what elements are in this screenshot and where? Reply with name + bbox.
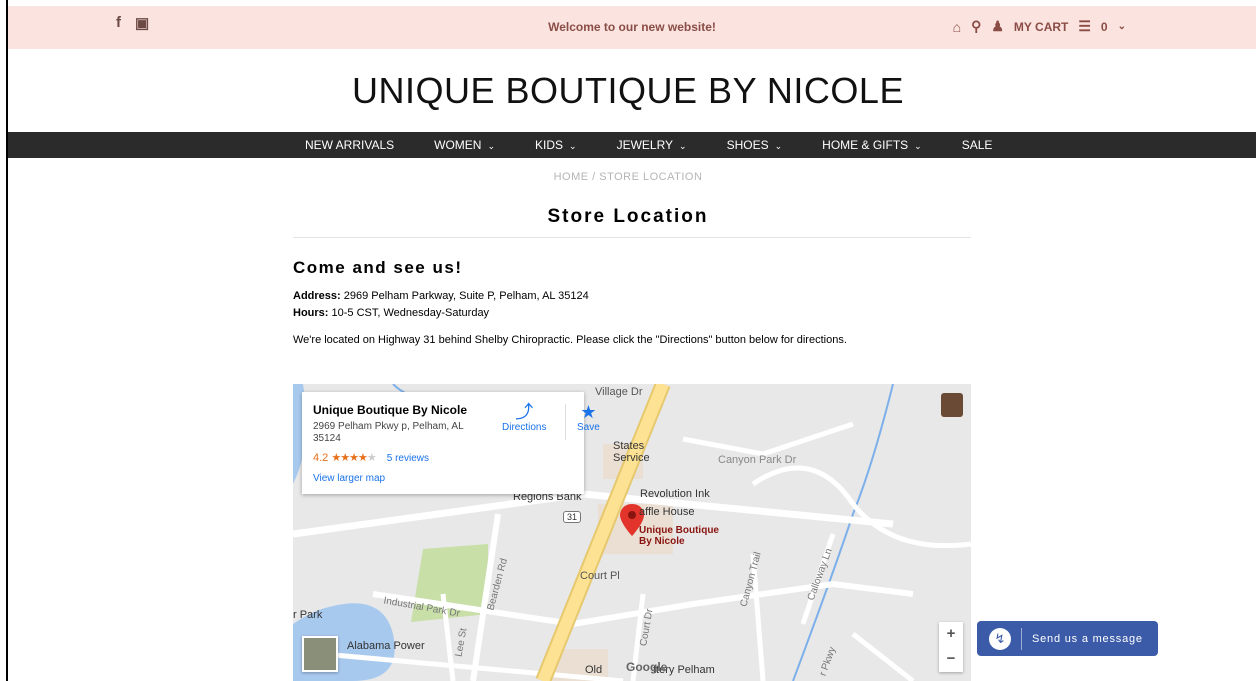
- section-heading: Come and see us!: [293, 258, 463, 277]
- store-map[interactable]: Village Dr States Service Canyon Park Dr…: [293, 384, 971, 681]
- address-value: 2969 Pelham Parkway, Suite P, Pelham, AL…: [343, 290, 589, 302]
- map-label-alabama: Alabama Power: [347, 640, 425, 652]
- nav-item-label: KIDS: [535, 138, 564, 152]
- window-edge: [6, 0, 8, 681]
- chevron-down-icon: ⌄: [774, 141, 783, 151]
- main-nav: NEW ARRIVALS WOMEN ⌄ KIDS ⌄ JEWELRY ⌄ SHOES ⌄ HOM…: [8, 132, 1256, 158]
- cart-icon[interactable]: ☰: [1078, 18, 1091, 35]
- save-button[interactable]: ★ Save: [577, 402, 600, 433]
- place-address: 2969 Pelham Pkwy p, Pelham, AL 35124: [313, 421, 464, 444]
- map-label-pin-line1: Unique Boutique: [639, 525, 719, 536]
- chevron-down-icon: ⌄: [487, 141, 496, 151]
- chevron-down-icon: ⌄: [569, 141, 577, 151]
- hours-value: 10-5 CST, Wednesday-Saturday: [331, 307, 490, 319]
- map-label-revolution: Revolution Ink: [640, 488, 710, 500]
- map-label-service: Service: [613, 452, 650, 464]
- map-label-waffle: affle House: [639, 506, 695, 518]
- nav-item-kids[interactable]: KIDS ⌄: [535, 138, 577, 152]
- page-title: Store Location: [547, 206, 709, 227]
- title-divider: [293, 237, 971, 238]
- nav-item-new-arrivals[interactable]: NEW ARRIVALS: [305, 138, 394, 152]
- google-logo: Google: [626, 660, 668, 674]
- announcement-bar: f ▣ Welcome to our new website! ⌂ ⚲ ♟ MY…: [8, 6, 1256, 49]
- account-icon[interactable]: ♟: [991, 18, 1004, 35]
- place-name: Unique Boutique By Nicole: [313, 403, 468, 417]
- nav-item-home-gifts[interactable]: HOME & GIFTS ⌄: [822, 138, 922, 152]
- messenger-label: Send us a message: [1032, 632, 1143, 645]
- chevron-down-icon: ⌄: [914, 141, 922, 151]
- cart-label[interactable]: MY CART: [1014, 20, 1068, 34]
- chevron-down-icon: ⌄: [679, 141, 687, 151]
- chevron-down-icon[interactable]: ⌄: [1118, 21, 1126, 32]
- place-info-card: Unique Boutique By Nicole 2969 Pelham Pk…: [302, 392, 600, 494]
- nav-item-label: SHOES: [726, 138, 769, 152]
- messenger-divider: [1021, 627, 1022, 650]
- map-label-canyon-park: Canyon Park Dr: [718, 454, 797, 466]
- reviews-link[interactable]: 5 reviews: [387, 453, 429, 464]
- map-label-pin-line2: By Nicole: [639, 536, 685, 547]
- hours-line: Hours: 10-5 CST, Wednesday-Saturday: [293, 307, 489, 319]
- home-icon[interactable]: ⌂: [953, 19, 961, 35]
- star-icon: ★: [580, 402, 597, 422]
- nav-item-label: JEWELRY: [616, 138, 674, 152]
- cart-count[interactable]: 0: [1101, 20, 1108, 34]
- address-label: Address:: [293, 290, 341, 302]
- highway-shield-icon: 31: [563, 511, 582, 523]
- nav-item-label: NEW ARRIVALS: [305, 138, 395, 152]
- save-label: Save: [577, 422, 600, 433]
- nav-item-women[interactable]: WOMEN ⌄: [434, 138, 495, 152]
- map-label-states: States: [613, 440, 645, 452]
- nav-item-label: HOME & GIFTS: [822, 138, 909, 152]
- zoom-control: + −: [939, 622, 963, 672]
- breadcrumb[interactable]: HOME / STORE LOCATION: [0, 171, 1256, 183]
- view-larger-map-link[interactable]: View larger map: [313, 473, 385, 484]
- nav-item-label: SALE: [961, 138, 993, 152]
- directions-label: Directions: [502, 422, 547, 433]
- map-label-park: r Park: [293, 609, 323, 621]
- rating-value: 4.2: [313, 452, 329, 464]
- satellite-toggle[interactable]: [302, 636, 338, 672]
- map-label-court-pl: Court Pl: [580, 570, 620, 582]
- nav-item-label: WOMEN: [434, 138, 482, 152]
- address-line: Address: 2969 Pelham Parkway, Suite P, P…: [293, 290, 589, 302]
- map-label-old: Old: [585, 664, 603, 676]
- site-logo[interactable]: UNIQUE BOUTIQUE BY NICOLE: [0, 70, 1256, 112]
- card-divider: [565, 404, 566, 440]
- star-rating-icon: ★★★★★: [331, 452, 376, 464]
- zoom-in-button[interactable]: +: [939, 622, 963, 647]
- place-rating: 4.2 ★★★★★ 5 reviews: [313, 451, 429, 464]
- avatar[interactable]: [941, 393, 963, 417]
- messenger-icon: ↯: [989, 627, 1011, 650]
- search-icon[interactable]: ⚲: [971, 18, 981, 35]
- hours-label: Hours:: [293, 307, 329, 319]
- map-label-village: Village Dr: [595, 386, 643, 398]
- nav-item-sale[interactable]: SALE: [962, 138, 993, 152]
- messenger-button[interactable]: ↯ Send us a message: [977, 621, 1158, 656]
- zoom-out-button[interactable]: −: [939, 647, 963, 672]
- location-note: We're located on Highway 31 behind Shelb…: [293, 334, 847, 346]
- nav-item-jewelry[interactable]: JEWELRY ⌄: [617, 138, 687, 152]
- nav-item-shoes[interactable]: SHOES ⌄: [727, 138, 783, 152]
- header-tools: ⌂ ⚲ ♟ MY CART ☰ 0 ⌄: [953, 18, 1126, 35]
- directions-button[interactable]: ⤴ Directions: [502, 402, 546, 433]
- directions-icon: ⤴: [515, 402, 534, 422]
